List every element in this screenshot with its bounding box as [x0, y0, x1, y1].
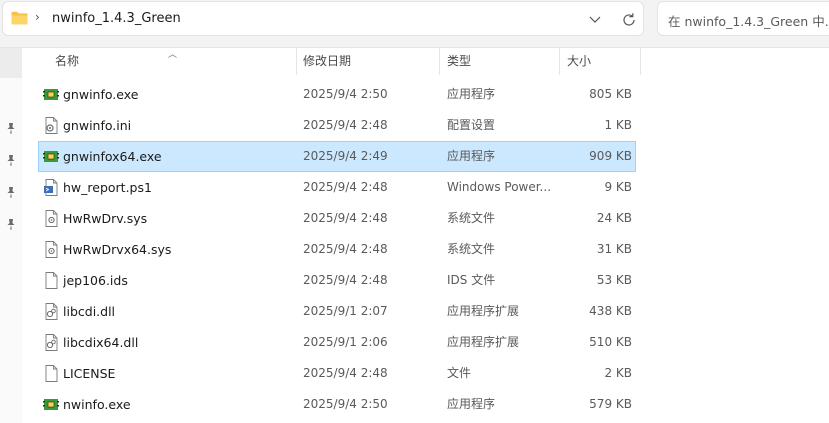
file-name: jep106.ids [63, 273, 128, 288]
refresh-icon[interactable] [620, 11, 638, 29]
blank-file-icon [45, 365, 58, 382]
file-modified-date: 2025/9/1 2:07 [303, 304, 388, 318]
file-row[interactable]: LICENSE 2025/9/4 2:48 文件 2 KB [38, 358, 636, 389]
file-size: 9 KB [604, 180, 632, 194]
file-type: Windows Power... [447, 180, 552, 194]
powershell-file-icon [44, 179, 58, 196]
address-bar[interactable]: › nwinfo_1.4.3_Green [2, 1, 644, 36]
breadcrumb-separator[interactable]: › [35, 10, 40, 24]
file-size: 2 KB [604, 366, 632, 380]
file-name: gnwinfo.ini [63, 118, 132, 133]
dll-file-icon [45, 334, 58, 351]
file-name: gnwinfo.exe [63, 87, 139, 102]
top-toolbar: › nwinfo_1.4.3_Green 在 nwinfo_1.4.3_Gree… [0, 0, 829, 48]
file-name: libcdix64.dll [63, 335, 139, 350]
nav-pane-scroll-area[interactable] [0, 48, 22, 78]
exe-icon [43, 399, 59, 410]
file-name: HwRwDrv.sys [63, 211, 148, 226]
file-size: 24 KB [596, 211, 632, 225]
file-type: IDS 文件 [447, 273, 496, 287]
file-type: 系统文件 [447, 242, 496, 256]
file-row[interactable]: gnwinfo.ini 2025/9/4 2:48 配置设置 1 KB [38, 110, 636, 141]
file-type: 系统文件 [447, 211, 496, 225]
column-divider[interactable] [559, 48, 560, 75]
pin-icon[interactable] [5, 218, 17, 230]
system-file-icon [45, 241, 58, 258]
chevron-down-icon[interactable] [586, 11, 604, 27]
column-header-date[interactable]: 修改日期 [303, 48, 351, 75]
file-row[interactable]: libcdi.dll 2025/9/1 2:07 应用程序扩展 438 KB [38, 296, 636, 327]
file-row[interactable]: HwRwDrvx64.sys 2025/9/4 2:48 系统文件 31 KB [38, 234, 636, 265]
exe-icon [43, 151, 59, 162]
file-row[interactable]: hw_report.ps1 2025/9/4 2:48 Windows Power.… [38, 172, 636, 203]
file-size: 31 KB [596, 242, 632, 256]
file-type: 配置设置 [447, 118, 496, 132]
exe-icon [43, 89, 59, 100]
sort-ascending-icon: ︿ [168, 50, 178, 60]
column-header-name[interactable]: 名称 [55, 48, 79, 75]
file-modified-date: 2025/9/4 2:50 [303, 87, 388, 101]
file-type: 应用程序扩展 [447, 335, 520, 349]
file-name: HwRwDrvx64.sys [63, 242, 172, 257]
file-list: gnwinfo.exe 2025/9/4 2:50 应用程序 805 KB gnwinf… [38, 79, 638, 420]
file-size: 1 KB [604, 118, 632, 132]
file-size: 909 KB [589, 149, 632, 163]
file-modified-date: 2025/9/4 2:48 [303, 180, 388, 194]
file-name: gnwinfox64.exe [63, 149, 162, 164]
file-modified-date: 2025/9/4 2:48 [303, 273, 388, 287]
file-size: 579 KB [589, 397, 632, 411]
settings-file-icon [45, 117, 58, 134]
file-row[interactable]: jep106.ids 2025/9/4 2:48 IDS 文件 53 KB [38, 265, 636, 296]
file-name: LICENSE [63, 366, 116, 381]
file-type: 应用程序扩展 [447, 304, 520, 318]
file-modified-date: 2025/9/4 2:49 [303, 149, 388, 163]
file-type: 应用程序 [447, 149, 496, 163]
file-name: hw_report.ps1 [63, 180, 152, 195]
file-name: libcdi.dll [63, 304, 116, 319]
search-input[interactable]: 在 nwinfo_1.4.3_Green 中... [657, 1, 829, 36]
file-row[interactable]: gnwinfox64.exe 2025/9/4 2:49 应用程序 909 KB [38, 141, 636, 172]
system-file-icon [45, 210, 58, 227]
pin-icon[interactable] [5, 154, 17, 166]
column-divider[interactable] [640, 48, 641, 75]
file-size: 510 KB [589, 335, 632, 349]
file-name: nwinfo.exe [63, 397, 131, 412]
file-type: 应用程序 [447, 397, 496, 411]
file-modified-date: 2025/9/4 2:48 [303, 211, 388, 225]
file-row[interactable]: gnwinfo.exe 2025/9/4 2:50 应用程序 805 KB [38, 79, 636, 110]
file-row[interactable]: libcdix64.dll 2025/9/1 2:06 应用程序扩展 510 KB [38, 327, 636, 358]
file-size: 438 KB [589, 304, 632, 318]
pin-icon[interactable] [5, 186, 17, 198]
file-type: 文件 [447, 366, 472, 380]
file-row[interactable]: nwinfo.exe 2025/9/4 2:50 应用程序 579 KB [38, 389, 636, 420]
file-size: 53 KB [596, 273, 632, 287]
file-modified-date: 2025/9/4 2:48 [303, 118, 388, 132]
column-divider[interactable] [439, 48, 440, 75]
file-modified-date: 2025/9/1 2:06 [303, 335, 388, 349]
navigation-pane [0, 48, 22, 423]
column-header-type[interactable]: 类型 [447, 48, 471, 75]
column-header-row: ︿ 名称 修改日期 类型 大小 [38, 48, 641, 75]
file-modified-date: 2025/9/4 2:48 [303, 242, 388, 256]
folder-icon [11, 11, 28, 25]
file-type: 应用程序 [447, 87, 496, 101]
file-row[interactable]: HwRwDrv.sys 2025/9/4 2:48 系统文件 24 KB [38, 203, 636, 234]
file-modified-date: 2025/9/4 2:50 [303, 397, 388, 411]
blank-file-icon [45, 272, 58, 289]
breadcrumb-current-folder[interactable]: nwinfo_1.4.3_Green [52, 11, 181, 26]
column-divider[interactable] [296, 48, 297, 75]
dll-file-icon [45, 303, 58, 320]
pin-icon[interactable] [5, 122, 17, 134]
file-modified-date: 2025/9/4 2:48 [303, 366, 388, 380]
column-header-size[interactable]: 大小 [567, 48, 591, 75]
file-size: 805 KB [589, 87, 632, 101]
